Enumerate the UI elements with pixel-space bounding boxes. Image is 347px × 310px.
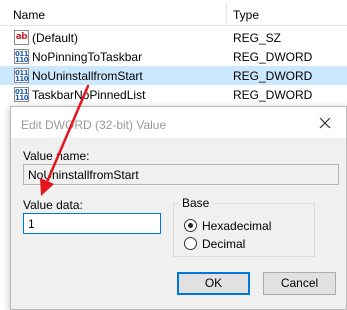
- registry-row-nopinningtotaskbar[interactable]: 011 110 NoPinningToTaskbar REG_DWORD: [0, 47, 347, 66]
- registry-row-name: TaskbarNoPinnedList: [32, 88, 146, 102]
- close-icon[interactable]: [316, 114, 334, 132]
- column-divider[interactable]: [226, 2, 227, 24]
- value-data-field[interactable]: 1: [23, 213, 161, 234]
- radio-button[interactable]: [184, 237, 197, 250]
- registry-row-nouninstallfromstart[interactable]: 011 110 NoUninstallfromStart REG_DWORD: [0, 66, 347, 85]
- registry-row-name: NoPinningToTaskbar: [32, 50, 143, 64]
- cancel-button[interactable]: Cancel: [263, 272, 336, 295]
- dword-value-icon: 011 110: [14, 87, 29, 102]
- value-name-label: Value name:: [23, 149, 90, 163]
- ok-button[interactable]: OK: [177, 272, 250, 295]
- dword-value-icon: 011 110: [14, 49, 29, 64]
- registry-row-type: REG_SZ: [233, 31, 282, 45]
- radio-hexadecimal-label: Hexadecimal: [202, 219, 272, 233]
- column-header-type[interactable]: Type: [233, 8, 259, 22]
- registry-row-name: (Default): [32, 31, 79, 45]
- value-data-label: Value data:: [23, 198, 83, 212]
- string-value-icon: ab: [14, 30, 29, 45]
- dialog-titlebar[interactable]: Edit DWORD (32-bit) Value: [11, 107, 346, 138]
- column-header: Name Type: [0, 0, 347, 26]
- registry-row-default[interactable]: ab (Default) REG_SZ: [0, 28, 347, 47]
- registry-row-taskbarnopinnedlist[interactable]: 011 110 TaskbarNoPinnedList REG_DWORD: [0, 85, 347, 104]
- registry-row-type: REG_DWORD: [233, 50, 313, 64]
- registry-row-type: REG_DWORD: [233, 69, 313, 83]
- edit-dword-dialog: Edit DWORD (32-bit) Value Value name: No…: [10, 106, 347, 310]
- column-header-name[interactable]: Name: [13, 8, 45, 22]
- radio-button-selected[interactable]: [184, 219, 197, 232]
- base-groupbox: Base Hexadecimal Decimal: [173, 196, 315, 257]
- base-legend: Base: [179, 196, 213, 210]
- value-name-field[interactable]: NoUninstallfromStart: [23, 164, 339, 185]
- registry-row-type: REG_DWORD: [233, 88, 313, 102]
- dword-value-icon: 011 110: [14, 68, 29, 83]
- radio-decimal-label: Decimal: [202, 237, 246, 251]
- dialog-title: Edit DWORD (32-bit) Value: [21, 118, 167, 132]
- registry-row-name: NoUninstallfromStart: [32, 69, 143, 83]
